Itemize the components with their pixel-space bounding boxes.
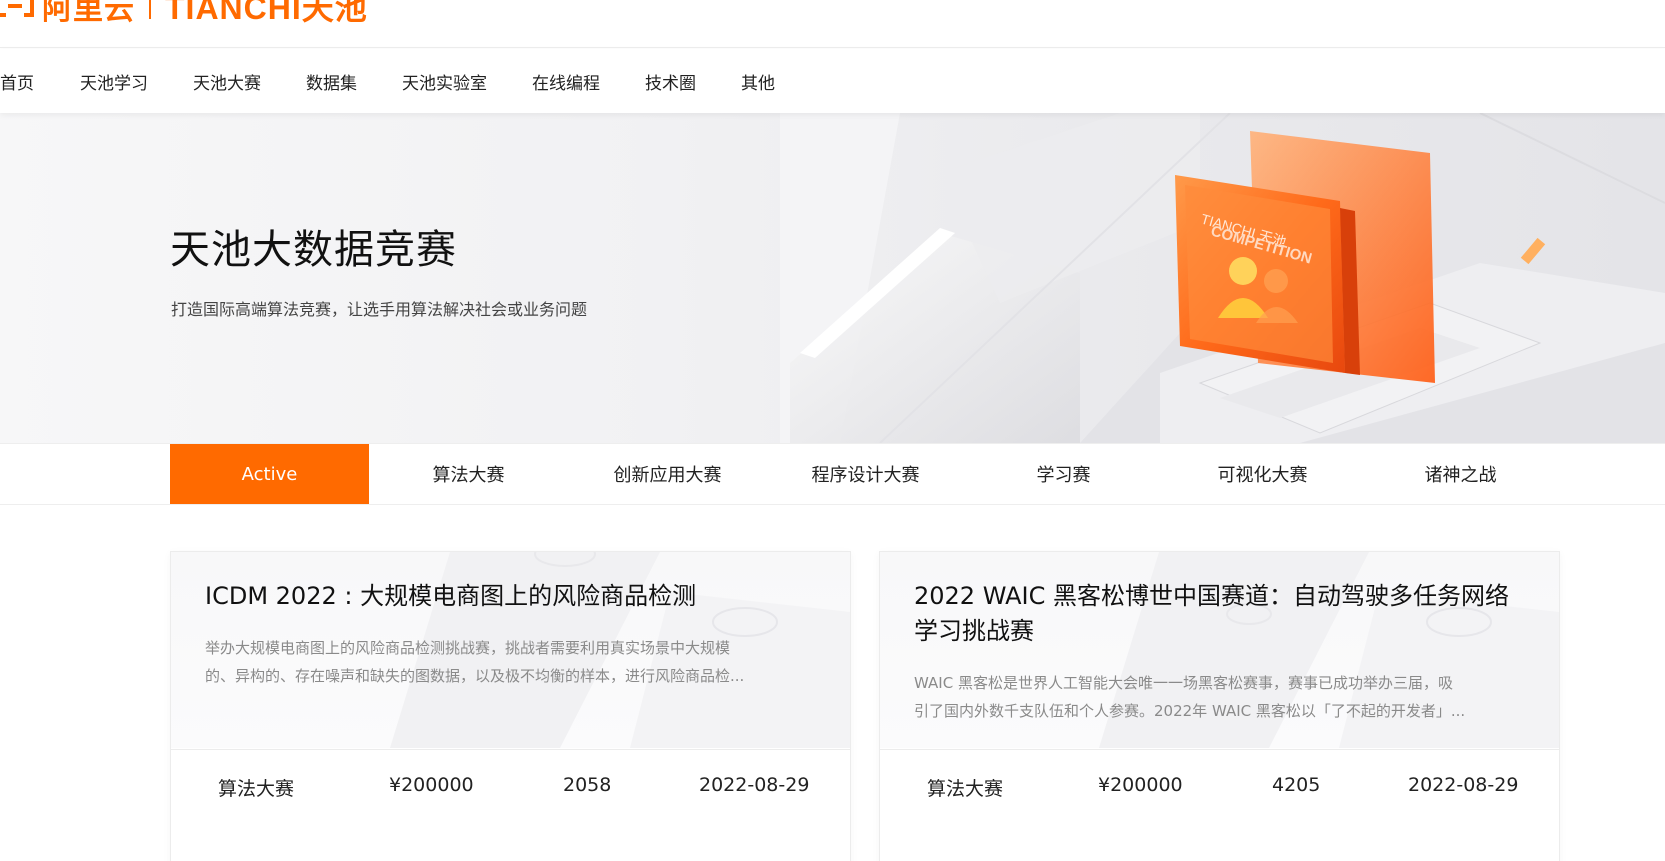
tab-gods-battle[interactable]: 诸神之战 [1361, 444, 1560, 504]
card-team-count: 2058 [563, 774, 612, 796]
card-stats: 算法大赛 ¥200000 4205 2022-08-29 [880, 749, 1559, 809]
nav-item-learning[interactable]: 天池学习 [80, 69, 148, 94]
card-description: WAIC 黑客松是世界人工智能大会唯一一场黑客松赛事，赛事已成功举办三届，吸 引… [914, 669, 1474, 725]
tab-programming[interactable]: 程序设计大赛 [766, 444, 965, 504]
card-prize: ¥200000 [1098, 774, 1183, 796]
aliyun-logo-text: 阿里云 [42, 0, 135, 27]
tab-learning[interactable]: 学习赛 [964, 444, 1163, 504]
card-header: 2022 WAIC 黑客松博世中国赛道：自动驾驶多任务网络学习挑战赛 WAIC … [880, 552, 1559, 748]
category-tabs: Active 算法大赛 创新应用大赛 程序设计大赛 学习赛 可视化大赛 诸神之战 [0, 443, 1665, 505]
card-description-line: 举办大规模电商图上的风险商品检测挑战赛，挑战者需要利用真实场景中大规模 [205, 639, 731, 657]
card-description-line: 的、异构的、存在噪声和缺失的图数据，以及极不均衡的样本，进行风险商品检... [205, 667, 745, 685]
card-category: 算法大赛 [927, 778, 1004, 800]
card-header: ICDM 2022 : 大规模电商图上的风险商品检测 举办大规模电商图上的风险商… [171, 552, 850, 748]
card-title[interactable]: ICDM 2022 : 大规模电商图上的风险商品检测 [205, 579, 805, 614]
top-header: 阿里云 TIANCHI天池 [0, 0, 1665, 48]
main-nav: 首页 天池学习 天池大赛 数据集 天池实验室 在线编程 技术圈 其他 [0, 49, 1665, 113]
nav-item-tech-circle[interactable]: 技术圈 [645, 69, 696, 94]
competition-card[interactable]: ICDM 2022 : 大规模电商图上的风险商品检测 举办大规模电商图上的风险商… [170, 551, 851, 861]
card-team-count: 4205 [1272, 774, 1321, 796]
nav-item-home[interactable]: 首页 [0, 69, 34, 94]
aliyun-logo-icon [0, 0, 34, 17]
logo-divider [149, 0, 151, 19]
tab-active[interactable]: Active [170, 444, 369, 504]
card-description-line: WAIC 黑客松是世界人工智能大会唯一一场黑客松赛事，赛事已成功举办三届，吸 [914, 674, 1453, 692]
site-logo[interactable]: 阿里云 TIANCHI天池 [0, 0, 368, 27]
tab-innovation[interactable]: 创新应用大赛 [568, 444, 767, 504]
card-description-line: 引了国内外数千支队伍和个人参赛。2022年 WAIC 黑客松以「了不起的开发者」… [914, 702, 1466, 720]
card-stats: 算法大赛 ¥200000 2058 2022-08-29 [171, 749, 850, 809]
tab-visualization[interactable]: 可视化大赛 [1163, 444, 1362, 504]
nav-item-online-coding[interactable]: 在线编程 [532, 69, 600, 94]
card-deadline: 2022-08-29 [699, 774, 810, 796]
tab-algorithm[interactable]: 算法大赛 [369, 444, 568, 504]
card-title[interactable]: 2022 WAIC 黑客松博世中国赛道：自动驾驶多任务网络学习挑战赛 [914, 579, 1514, 649]
competition-card[interactable]: 2022 WAIC 黑客松博世中国赛道：自动驾驶多任务网络学习挑战赛 WAIC … [879, 551, 1560, 861]
nav-item-lab[interactable]: 天池实验室 [402, 69, 487, 94]
card-prize: ¥200000 [389, 774, 474, 796]
nav-item-other[interactable]: 其他 [741, 69, 775, 94]
competition-illustration: TIANCHI 天池 COMPETITION [780, 113, 1665, 443]
card-deadline: 2022-08-29 [1408, 774, 1519, 796]
hero-banner: TIANCHI 天池 COMPETITION 天池大数据竞赛 打造国际高端算法竞… [0, 113, 1665, 443]
card-description: 举办大规模电商图上的风险商品检测挑战赛，挑战者需要利用真实场景中大规模 的、异构… [205, 634, 765, 690]
hero-title: 天池大数据竞赛 [170, 227, 457, 273]
tianchi-logo-text: TIANCHI天池 [165, 0, 368, 26]
nav-item-datasets[interactable]: 数据集 [306, 69, 357, 94]
hero-subtitle: 打造国际高端算法竞赛，让选手用算法解决社会或业务问题 [171, 300, 588, 319]
card-category: 算法大赛 [218, 778, 295, 800]
nav-item-competitions[interactable]: 天池大赛 [193, 69, 261, 94]
